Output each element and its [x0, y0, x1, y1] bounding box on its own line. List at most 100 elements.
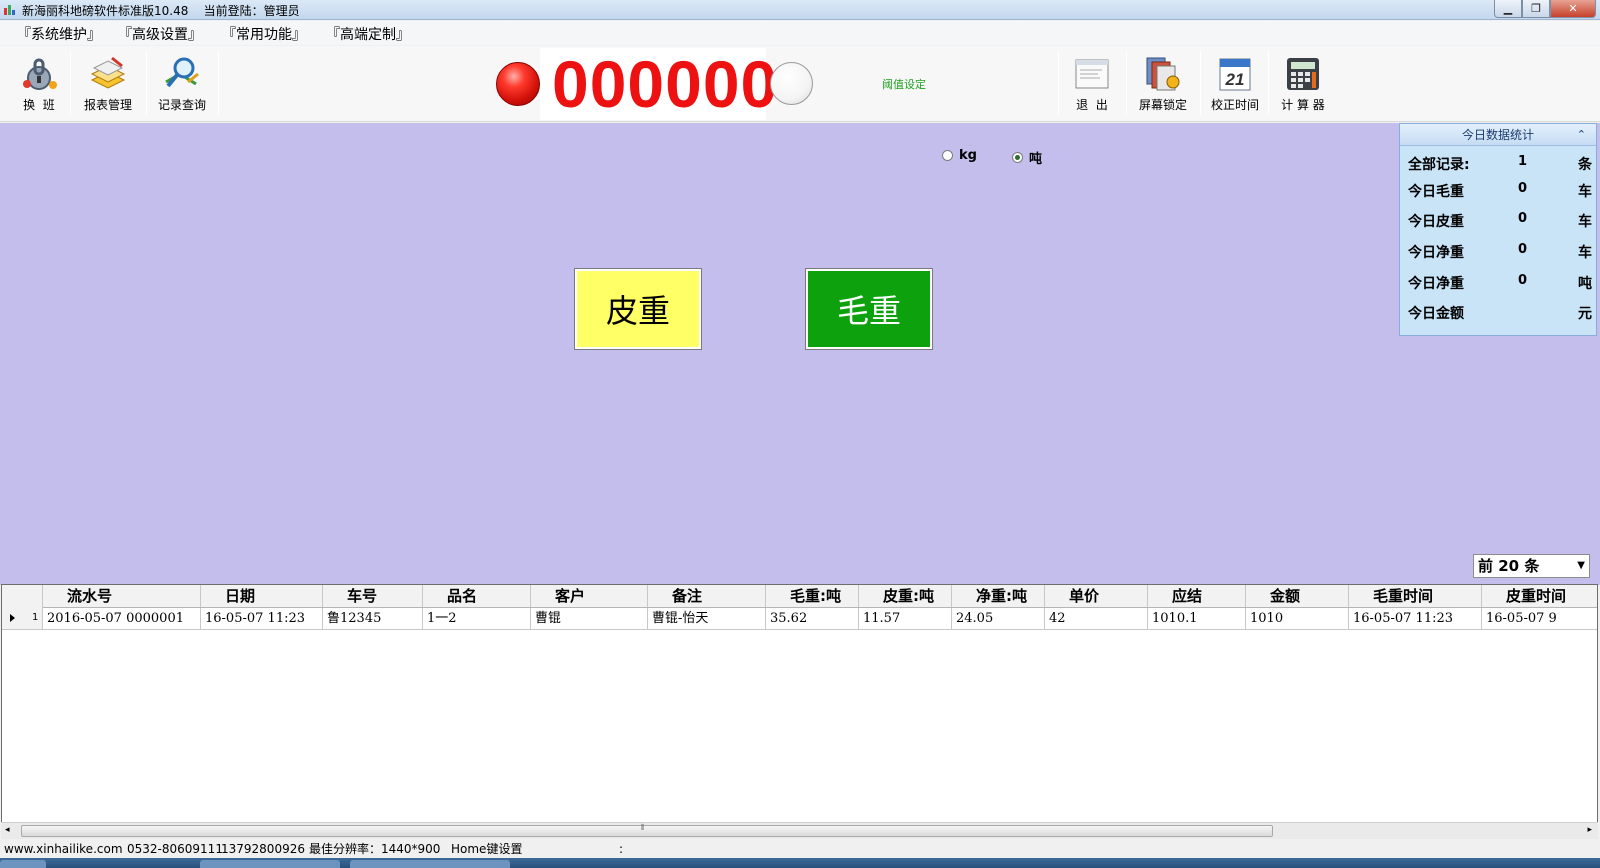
table-cell[interactable]: 42: [1045, 608, 1148, 629]
column-header[interactable]: 客户: [531, 585, 648, 607]
column-header[interactable]: 日期: [201, 585, 323, 607]
unit-ton-label: 吨: [1029, 152, 1043, 167]
column-header[interactable]: 毛重时间: [1349, 585, 1482, 607]
stat-unit: 吨: [1578, 276, 1592, 292]
scroll-grip-icon: ⦀: [641, 823, 645, 832]
status-home-key: Home键设置: [451, 842, 523, 856]
column-header[interactable]: 毛重:吨: [766, 585, 859, 607]
table-cell[interactable]: 曹锟: [531, 608, 648, 629]
stat-label: 今日金额: [1408, 306, 1464, 322]
horizontal-scrollbar[interactable]: ◂ ⦀ ▸: [1, 822, 1598, 839]
menu-advanced-settings[interactable]: 『高级设置』: [118, 24, 202, 44]
table-cell[interactable]: 曹锟-怡天: [648, 608, 766, 629]
toolbar-separator: [146, 51, 147, 115]
calendar-day: 21: [1225, 70, 1245, 89]
magnifier-icon: [165, 57, 199, 88]
radio-ton[interactable]: [1012, 152, 1023, 163]
window-title: 新海丽科地磅软件标准版10.48 当前登陆：管理员: [22, 4, 300, 18]
table-cell[interactable]: 35.62: [766, 608, 859, 629]
column-header[interactable]: 皮重时间: [1482, 585, 1597, 607]
table-cell[interactable]: 16-05-07 11:23: [1349, 608, 1482, 629]
column-header[interactable]: 流水号: [43, 585, 201, 607]
exit-button[interactable]: 退 出: [1062, 46, 1122, 118]
table-row[interactable]: 2016-05-07 0000001 16-05-07 11:23 鲁12345…: [2, 608, 1597, 630]
table-cell[interactable]: 1010.1: [1148, 608, 1246, 629]
stat-value: 0: [1518, 242, 1528, 257]
collapse-icon[interactable]: ⌃: [1577, 128, 1586, 141]
record-query-button[interactable]: 记录查询: [148, 46, 216, 118]
stats-title: 今日数据统计: [1461, 128, 1534, 142]
menu-custom[interactable]: 『高端定制』: [326, 24, 410, 44]
today-stats-panel: 今日数据统计 ⌃ 全部记录: 1 条 今日毛重 0 车 今日皮重 0 车 今日净…: [1399, 123, 1597, 336]
minimize-button[interactable]: ▁: [1494, 0, 1522, 18]
report-management-button[interactable]: 报表管理: [74, 46, 142, 118]
stat-row: 今日毛重 0 车: [1408, 181, 1592, 201]
stat-value: 0: [1518, 181, 1528, 196]
table-cell[interactable]: 鲁12345: [323, 608, 423, 629]
title-bar: 新海丽科地磅软件标准版10.48 当前登陆：管理员 ▁ ❐ ✕: [0, 0, 1600, 20]
tool-label: 校正时间: [1210, 98, 1259, 112]
table-cell[interactable]: 24.05: [952, 608, 1045, 629]
calculator-icon: [1287, 58, 1319, 90]
scroll-right-icon[interactable]: ▸: [1587, 825, 1592, 835]
stat-label: 今日净重: [1408, 276, 1464, 292]
unit-kg-option[interactable]: kg: [942, 148, 977, 163]
column-header[interactable]: 备注: [648, 585, 766, 607]
taskbar-start-button[interactable]: [0, 860, 46, 868]
record-count-select[interactable]: 前 20 条 ▼: [1473, 554, 1590, 578]
toolbar: 换 班 报表管理 记录查询 000000 阈值设定 退 出 屏幕锁定 21 校正…: [0, 46, 1600, 122]
shift-change-button[interactable]: 换 班: [8, 46, 70, 118]
gross-weight-button[interactable]: 毛重: [805, 268, 933, 350]
taskbar-app-button[interactable]: [200, 860, 340, 868]
column-header[interactable]: 品名: [423, 585, 531, 607]
tool-label: 计 算 器: [1281, 98, 1325, 112]
close-button[interactable]: ✕: [1550, 0, 1596, 18]
table-cell[interactable]: 2016-05-07 0000001: [43, 608, 201, 629]
scrollbar-thumb[interactable]: [21, 825, 1273, 837]
stat-unit: 车: [1578, 214, 1592, 230]
exit-document-icon: [1075, 59, 1109, 89]
status-website: www.xinhailike.com: [4, 842, 123, 856]
maximize-button[interactable]: ❐: [1522, 0, 1550, 18]
lock-key-icon: [23, 58, 57, 90]
scroll-left-icon[interactable]: ◂: [5, 825, 10, 835]
column-header[interactable]: 单价: [1045, 585, 1148, 607]
status-light-off: [770, 62, 813, 105]
table-cell[interactable]: 16-05-07 9: [1482, 608, 1597, 629]
status-light-red: [496, 62, 540, 106]
weight-readout: 000000: [552, 47, 779, 121]
stats-header[interactable]: 今日数据统计 ⌃: [1400, 124, 1596, 146]
tool-label: 换 班: [23, 98, 55, 112]
stat-label: 今日毛重: [1408, 184, 1464, 200]
correct-time-button[interactable]: 21 校正时间: [1204, 46, 1266, 118]
radio-kg[interactable]: [942, 150, 953, 161]
table-cell[interactable]: 11.57: [859, 608, 952, 629]
calendar-icon: 21: [1219, 58, 1251, 91]
column-header[interactable]: 应结: [1148, 585, 1246, 607]
tare-weight-button[interactable]: 皮重: [574, 268, 702, 350]
stat-value: 1: [1518, 154, 1528, 169]
column-header[interactable]: 净重:吨: [952, 585, 1045, 607]
status-colon: :: [619, 842, 624, 856]
menu-bar: 『系统维护』 『高级设置』 『常用功能』 『高端定制』: [0, 21, 1600, 45]
menu-common-functions[interactable]: 『常用功能』: [222, 24, 306, 44]
column-header[interactable]: 车号: [323, 585, 423, 607]
table-cell[interactable]: 1一2: [423, 608, 531, 629]
taskbar-app-button[interactable]: [350, 860, 510, 868]
stat-unit: 车: [1578, 184, 1592, 200]
stat-row: 今日金额 元: [1408, 303, 1592, 323]
toolbar-separator: [1200, 51, 1201, 115]
threshold-setting-link[interactable]: 阈值设定: [882, 76, 926, 92]
column-header[interactable]: 皮重:吨: [859, 585, 952, 607]
column-header[interactable]: 金额: [1246, 585, 1349, 607]
screen-lock-button[interactable]: 屏幕锁定: [1130, 46, 1196, 118]
table-cell[interactable]: 16-05-07 11:23: [201, 608, 323, 629]
table-cell[interactable]: 1010: [1246, 608, 1349, 629]
menu-system-maintenance[interactable]: 『系统维护』: [17, 24, 101, 44]
unit-ton-option[interactable]: 吨: [1012, 148, 1042, 167]
os-taskbar: [0, 858, 1600, 868]
unit-kg-label: kg: [959, 148, 977, 163]
stat-row: 全部记录: 1 条: [1408, 154, 1592, 174]
stat-unit: 车: [1578, 245, 1592, 261]
calculator-button[interactable]: 计 算 器: [1272, 46, 1334, 118]
